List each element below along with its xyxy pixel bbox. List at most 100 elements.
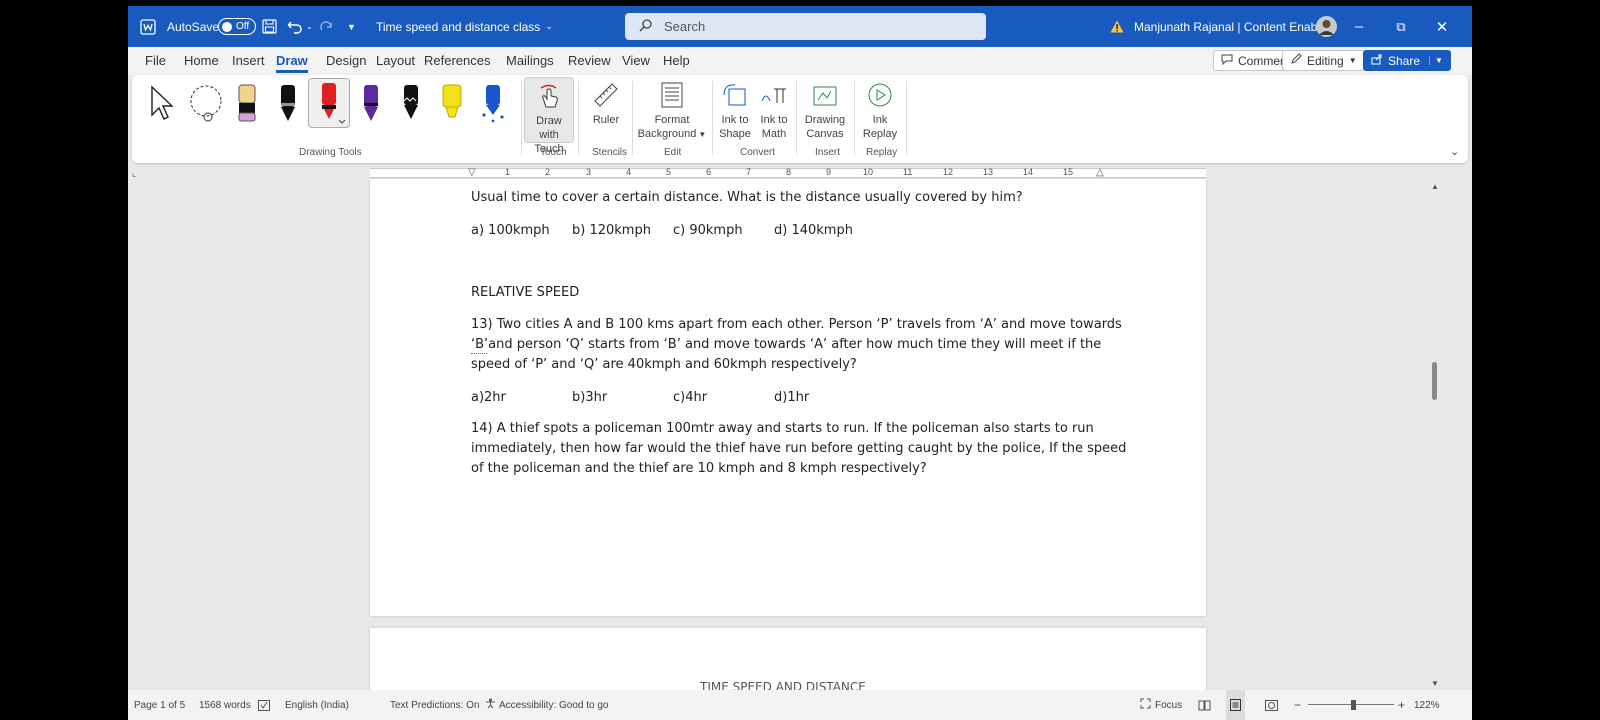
document-page[interactable]: Usual time to cover a certain distance. … (370, 179, 1206, 616)
drawing-canvas-button[interactable]: Drawing Canvas (800, 77, 850, 141)
ruler-number: 10 (863, 167, 874, 177)
ruler-number: 1 (505, 167, 511, 177)
language[interactable]: English (India) (285, 690, 349, 720)
scroll-down-icon[interactable]: ▼ (1431, 679, 1439, 688)
group-drawing-tools: Drawing Tools (299, 147, 362, 158)
zoom-level[interactable]: 122% (1414, 690, 1440, 720)
ruler-number: 11 (903, 167, 913, 177)
zoom-out-icon[interactable]: − (1294, 690, 1301, 720)
option-c: c) 90kmph (673, 223, 743, 238)
word-app-icon[interactable] (140, 6, 156, 47)
ink-to-shape-button[interactable]: Ink to Shape (716, 77, 754, 141)
ruler-number: 7 (746, 167, 752, 177)
blue-galaxy-pen-icon[interactable] (476, 81, 510, 125)
red-pen-icon[interactable] (308, 78, 350, 128)
ruler-number: 2 (545, 167, 551, 177)
print-layout-icon[interactable] (1226, 690, 1245, 720)
proofing-icon[interactable] (258, 690, 270, 720)
search-icon (639, 18, 652, 35)
share-button[interactable]: Share ▼ (1363, 50, 1451, 71)
focus-button[interactable]: Focus (1140, 690, 1182, 720)
tab-file[interactable]: File (145, 53, 166, 68)
undo-dropdown-icon[interactable]: ⌄ (306, 6, 313, 47)
user-name[interactable]: Manjunath Rajanal | Content Enablers (1134, 6, 1337, 47)
tab-selector-icon[interactable]: ⌞ (132, 168, 136, 179)
tab-design[interactable]: Design (326, 53, 366, 68)
customize-toolbar-icon[interactable]: ▼ (347, 6, 356, 47)
black-pen-icon[interactable] (271, 81, 305, 125)
tab-draw[interactable]: Draw (276, 53, 308, 73)
group-edit: Edit (664, 147, 682, 158)
page-count[interactable]: Page 1 of 5 (134, 690, 185, 720)
ruler-number: 13 (983, 167, 994, 177)
tab-help[interactable]: Help (663, 53, 690, 68)
format-background-button[interactable]: Format Background ▼ (636, 77, 708, 142)
share-dropdown-icon[interactable]: ▼ (1429, 56, 1443, 65)
ruler-number: 6 (706, 167, 712, 177)
ruler-number: 3 (586, 167, 592, 177)
search-box[interactable]: Search (625, 13, 986, 40)
ruler-number: 4 (626, 167, 632, 177)
restore-icon[interactable]: ⧉ (1380, 6, 1422, 47)
ruler-number: 8 (786, 167, 792, 177)
group-convert: Convert (740, 147, 776, 158)
lasso-select-icon[interactable] (186, 81, 222, 125)
section-heading: RELATIVE SPEED (471, 285, 580, 300)
tab-layout[interactable]: Layout (376, 53, 415, 68)
autosave-toggle[interactable]: Off (218, 18, 256, 35)
tab-home[interactable]: Home (184, 53, 219, 68)
group-insert: Insert (815, 147, 841, 158)
word-count[interactable]: 1568 words (199, 690, 251, 720)
text-predictions[interactable]: Text Predictions: On (390, 690, 479, 720)
tab-view[interactable]: View (622, 53, 650, 68)
editing-button[interactable]: Editing ▼ (1282, 50, 1365, 71)
ruler-button[interactable]: Ruler (584, 77, 628, 127)
ruler-number: 14 (1023, 167, 1034, 177)
zoom-slider-thumb[interactable] (1351, 700, 1356, 710)
chevron-down-icon: ▼ (698, 130, 707, 139)
tab-insert[interactable]: Insert (232, 53, 265, 68)
group-stencils: Stencils (592, 147, 628, 158)
autosave-state: Off (236, 21, 250, 32)
question-text: Usual time to cover a certain distance. … (471, 190, 1023, 205)
ink-replay-icon (858, 77, 902, 113)
chevron-down-icon: ▼ (1348, 56, 1357, 65)
tab-review[interactable]: Review (568, 53, 611, 68)
close-icon[interactable]: ✕ (1421, 6, 1463, 47)
purple-pen-icon[interactable] (354, 81, 388, 125)
right-indent-marker-icon[interactable]: △ (1096, 167, 1104, 178)
accessibility-icon (485, 698, 496, 712)
vertical-scrollbar[interactable]: ▲ ▼ (1428, 179, 1442, 690)
eraser-pen-icon[interactable] (230, 81, 264, 125)
scrollbar-thumb[interactable] (1432, 362, 1437, 400)
title-bar: AutoSave Off ⌄ ▼ Time speed and distance… (128, 6, 1472, 47)
pencil-icon (1290, 53, 1302, 68)
ink-replay-button[interactable]: Ink Replay (858, 77, 902, 141)
group-replay: Replay (866, 147, 898, 158)
warning-icon[interactable] (1110, 6, 1124, 47)
tab-references[interactable]: References (424, 53, 490, 68)
option-d: d) 140kmph (774, 223, 853, 238)
comment-icon (1221, 54, 1233, 68)
black-marker-icon[interactable] (394, 81, 428, 125)
document-title[interactable]: Time speed and distance class ⌄ (376, 6, 553, 47)
draw-with-touch-button[interactable]: Draw with Touch (524, 77, 574, 155)
zoom-slider[interactable] (1308, 690, 1394, 720)
redo-icon (319, 6, 334, 47)
word-window: AutoSave Off ⌄ ▼ Time speed and distance… (128, 6, 1472, 720)
yellow-highlighter-icon[interactable] (435, 81, 469, 125)
tab-mailings[interactable]: Mailings (506, 53, 554, 68)
zoom-in-icon[interactable]: + (1398, 690, 1405, 720)
undo-icon[interactable] (287, 6, 303, 47)
web-layout-icon[interactable] (1265, 690, 1278, 720)
save-icon[interactable] (262, 6, 277, 47)
accessibility-status[interactable]: Accessibility: Good to go (485, 690, 609, 720)
collapse-ribbon-icon[interactable]: ⌄ (1450, 145, 1459, 158)
select-arrow-icon[interactable] (146, 81, 180, 125)
scroll-up-icon[interactable]: ▲ (1431, 182, 1439, 191)
minimize-icon[interactable]: – (1338, 6, 1380, 47)
indent-marker-icon[interactable]: ▽ (468, 167, 476, 178)
search-placeholder: Search (664, 19, 706, 34)
ink-to-math-button[interactable]: Ink to Math (756, 77, 792, 141)
read-mode-icon[interactable] (1198, 690, 1211, 720)
